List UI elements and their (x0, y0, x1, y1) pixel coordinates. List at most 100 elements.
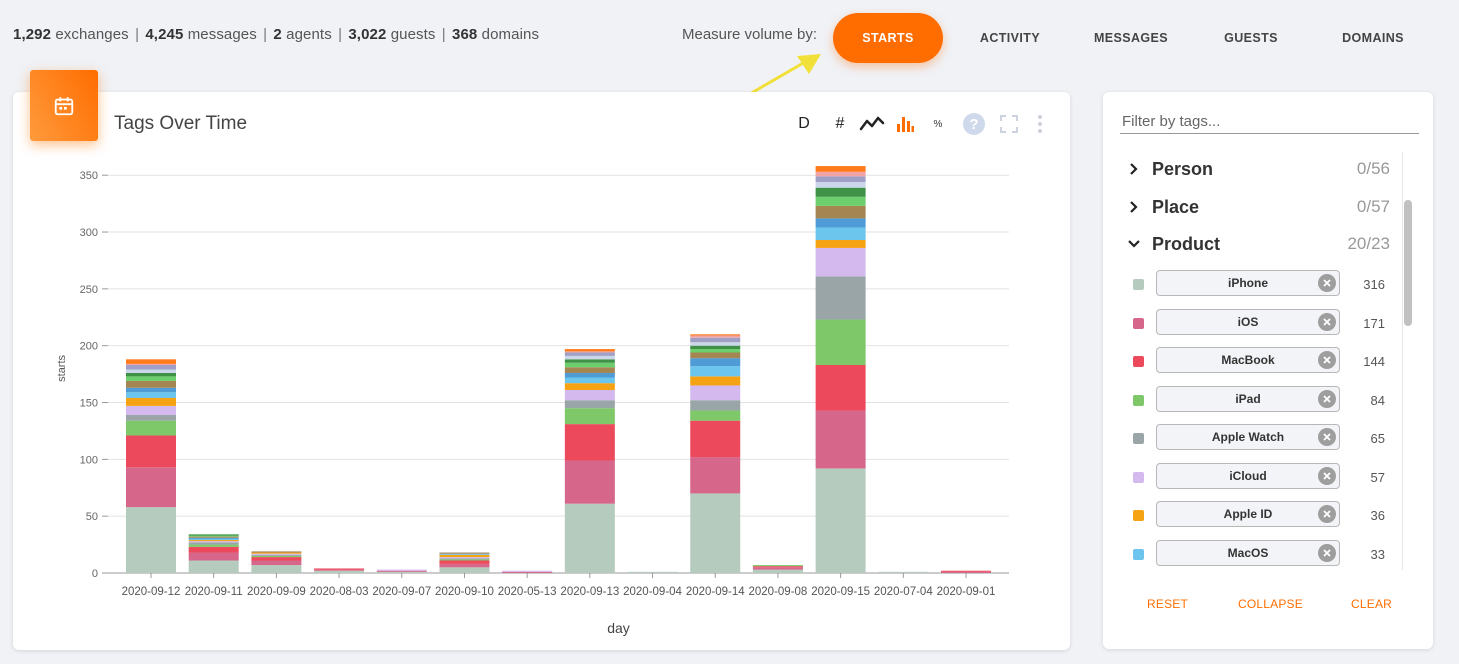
bar-segment (188, 560, 239, 573)
tag-count: 171 (1363, 316, 1385, 331)
bar-segment (376, 569, 427, 571)
toolbar-count-button[interactable]: # (832, 112, 848, 136)
bar-segment (126, 420, 176, 436)
y-tick-label: 200 (80, 341, 98, 353)
bar-segment (251, 551, 302, 553)
bar-segment (251, 554, 302, 556)
remove-tag-icon[interactable] (1318, 313, 1336, 331)
tag-group-product[interactable]: Product 20/23 (1125, 232, 1390, 256)
stat-separator: | (338, 26, 343, 43)
fullscreen-icon[interactable] (998, 112, 1020, 136)
bar-segment (752, 569, 803, 573)
remove-tag-icon[interactable] (1318, 351, 1336, 369)
bar-segment (188, 552, 239, 561)
bar-segment (564, 390, 615, 401)
bar-segment (815, 239, 866, 248)
measure-activity-button[interactable]: ACTIVITY (972, 13, 1048, 63)
help-icon[interactable]: ? (962, 112, 986, 136)
bar-segment (564, 352, 615, 356)
tag-chip[interactable]: Apple Watch (1156, 424, 1340, 450)
y-tick-label: 300 (80, 227, 98, 239)
bar-segment (188, 544, 239, 547)
stat-value: 1,292 (13, 26, 52, 43)
bar-segment (251, 557, 302, 561)
bar-segment (690, 349, 741, 353)
tag-filter-input[interactable] (1120, 109, 1419, 134)
y-tick-label: 100 (80, 454, 98, 466)
bar-segment (251, 553, 302, 555)
tag-chip[interactable]: MacOS (1156, 540, 1340, 566)
reset-button[interactable]: RESET (1147, 597, 1188, 611)
x-tick-label: 2020-09-09 (247, 586, 306, 598)
bar-segment (815, 276, 866, 320)
bar-segment (126, 369, 176, 373)
tag-chip[interactable]: iOS (1156, 309, 1340, 335)
remove-tag-icon[interactable] (1318, 467, 1336, 485)
bar-segment (564, 349, 615, 352)
tag-row: iPhone 316 (1133, 270, 1385, 298)
clear-button[interactable]: CLEAR (1351, 597, 1392, 611)
tag-chip[interactable]: Apple ID (1156, 501, 1340, 527)
bar-segment (126, 372, 176, 377)
tag-count: 33 (1370, 547, 1385, 562)
tag-chip-label: Apple Watch (1211, 430, 1285, 444)
bar-segment (564, 367, 615, 373)
remove-tag-icon[interactable] (1318, 428, 1336, 446)
bar-segment (815, 182, 866, 188)
bar-segment (126, 365, 176, 370)
bar-segment (376, 570, 427, 572)
bar-segment (439, 559, 490, 561)
bar-segment (690, 358, 741, 367)
bar-segment (690, 335, 741, 338)
chart-title: Tags Over Time (114, 113, 248, 134)
toolbar-percent-button[interactable]: % (930, 112, 946, 136)
bar-segment (188, 546, 239, 553)
y-tick-label: 0 (92, 568, 98, 580)
measure-guests-button[interactable]: GUESTS (1220, 13, 1282, 63)
tags-scrollbar-thumb[interactable] (1404, 200, 1412, 326)
tag-chip[interactable]: MacBook (1156, 347, 1340, 373)
x-tick-label: 2020-09-14 (686, 586, 745, 598)
toolbar-d-button[interactable]: D (797, 112, 811, 136)
measure-starts-button[interactable]: STARTS (833, 13, 943, 63)
tag-group-name: Person (1152, 158, 1214, 179)
bar-segment (815, 196, 866, 206)
stat-separator: | (263, 26, 268, 43)
bar-segment (188, 538, 239, 541)
bar-chart-icon[interactable] (894, 112, 916, 136)
tag-chip[interactable]: iPhone (1156, 270, 1340, 296)
bar-segment (690, 385, 741, 401)
measure-domains-button[interactable]: DOMAINS (1335, 13, 1411, 63)
tag-chip[interactable]: iPad (1156, 386, 1340, 412)
remove-tag-icon[interactable] (1318, 544, 1336, 562)
bar-segment (439, 553, 490, 555)
x-tick-label: 2020-09-10 (435, 586, 494, 598)
remove-tag-icon[interactable] (1318, 274, 1336, 292)
svg-text:?: ? (969, 116, 978, 133)
bar-segment (878, 571, 929, 573)
remove-tag-icon[interactable] (1318, 390, 1336, 408)
measure-messages-button[interactable]: MESSAGES (1090, 13, 1172, 63)
more-vert-icon[interactable] (1032, 112, 1048, 136)
bar-segment (815, 319, 866, 366)
tag-group-person[interactable]: Person 0/56 (1125, 157, 1390, 181)
bar-segment (188, 542, 239, 545)
bar-segment (690, 400, 741, 411)
tag-chip-label: iOS (1237, 315, 1259, 329)
bar-segment (188, 536, 239, 538)
bar-segment (502, 570, 553, 572)
collapse-button[interactable]: COLLAPSE (1238, 597, 1303, 611)
x-tick-label: 2020-09-11 (185, 586, 243, 598)
bar-segment (126, 392, 176, 398)
tag-chip[interactable]: iCloud (1156, 463, 1340, 489)
tag-count: 316 (1363, 277, 1385, 292)
bar-segment (564, 355, 615, 360)
remove-tag-icon[interactable] (1318, 505, 1336, 523)
bar-segment (314, 569, 365, 571)
calendar-icon[interactable] (30, 70, 98, 141)
bar-segment (188, 540, 239, 542)
bar-segment (126, 415, 176, 421)
line-chart-icon[interactable] (859, 112, 885, 136)
bar-segment (564, 377, 615, 384)
tag-group-place[interactable]: Place 0/57 (1125, 195, 1390, 219)
